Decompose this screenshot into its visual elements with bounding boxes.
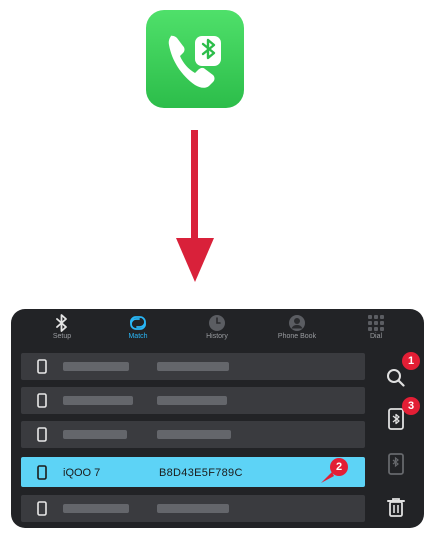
device-row-selected[interactable]: iQOO 7 B8D43E5F789C: [21, 457, 365, 487]
contact-icon: [289, 315, 305, 331]
callout-badge-3: 3: [402, 397, 420, 415]
phone-icon: [37, 501, 47, 516]
phone-bluetooth-icon: [168, 34, 221, 88]
callout-badge-1: 1: [402, 352, 420, 370]
device-row[interactable]: [21, 495, 365, 522]
search-icon[interactable]: [384, 366, 408, 390]
tab-label: Dial: [369, 333, 383, 340]
tab-setup[interactable]: Setup: [24, 314, 100, 350]
tab-dial[interactable]: Dial: [338, 314, 414, 350]
tab-label: Setup: [52, 333, 72, 340]
top-nav-bar: Setup Match History Phone Book Dial: [11, 309, 424, 351]
down-arrow: [176, 130, 214, 282]
phone-icon: [37, 427, 47, 442]
tab-history[interactable]: History: [179, 314, 255, 350]
device-address: B8D43E5F789C: [159, 467, 243, 479]
blurred-device-address: [157, 504, 229, 513]
dialpad-icon: [368, 315, 384, 331]
clock-icon: [209, 315, 225, 331]
device-name: iQOO 7: [63, 467, 101, 479]
disconnect-phone-icon[interactable]: [384, 452, 408, 476]
tab-phone-book[interactable]: Phone Book: [259, 314, 335, 350]
device-row[interactable]: [21, 353, 365, 380]
tab-match[interactable]: Match: [100, 314, 176, 350]
callout-pointer: [321, 472, 334, 483]
blurred-device-address: [157, 362, 229, 371]
bluetooth-match-screen: Setup Match History Phone Book Dial iQOO…: [11, 309, 424, 528]
blurred-device-name: [63, 504, 129, 513]
tab-label: History: [206, 333, 228, 340]
device-row[interactable]: [21, 421, 365, 448]
trash-icon[interactable]: [384, 495, 408, 519]
match-icon: [130, 316, 146, 330]
tab-label: Match: [128, 333, 148, 340]
bluetooth-icon: [56, 314, 67, 332]
blurred-device-address: [157, 396, 227, 405]
phone-icon: [37, 393, 47, 408]
device-row[interactable]: [21, 387, 365, 414]
tab-label: Phone Book: [277, 333, 317, 340]
blurred-device-name: [63, 362, 129, 371]
phone-bluetooth-app-icon: [146, 10, 244, 108]
phone-icon: [37, 359, 47, 374]
blurred-device-name: [63, 430, 127, 439]
phone-icon: [37, 465, 47, 480]
blurred-device-name: [63, 396, 133, 405]
blurred-device-address: [157, 430, 231, 439]
